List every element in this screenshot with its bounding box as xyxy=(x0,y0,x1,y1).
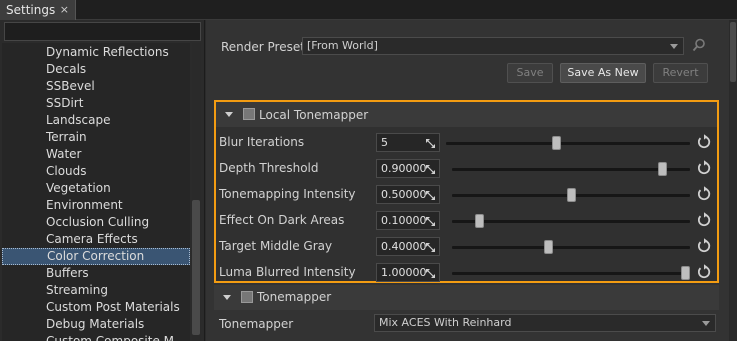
tree-item[interactable]: Occlusion Culling xyxy=(2,214,190,231)
param-row: Luma Blurred Intensity 1.00000 xyxy=(216,259,717,285)
tree-item[interactable]: Buffers xyxy=(2,265,190,282)
param-value-input[interactable]: 0.90000 xyxy=(376,159,440,178)
tree-scrollbar[interactable] xyxy=(192,43,201,341)
tree-item[interactable]: Color Correction xyxy=(2,248,190,265)
revert-button[interactable]: Revert xyxy=(653,63,708,83)
close-icon[interactable]: × xyxy=(60,3,69,16)
param-slider-thumb[interactable] xyxy=(681,266,690,280)
tree-item[interactable]: Terrain xyxy=(2,129,190,146)
param-row: Target Middle Gray 0.40000 xyxy=(216,233,717,259)
tree-item[interactable]: Camera Effects xyxy=(2,231,190,248)
reset-icon[interactable] xyxy=(696,134,712,150)
search-input[interactable] xyxy=(4,22,201,41)
tree-item[interactable]: Landscape xyxy=(2,112,190,129)
param-value: 0.40000 xyxy=(381,240,427,253)
save-as-new-button[interactable]: Save As New xyxy=(560,63,646,83)
reset-icon[interactable] xyxy=(696,160,712,176)
param-value: 5 xyxy=(381,136,388,149)
param-value-input[interactable]: 5 xyxy=(376,133,440,152)
param-label: Tonemapping Intensity xyxy=(219,187,356,201)
param-value-input[interactable]: 0.40000 xyxy=(376,237,440,256)
render-preset-label: Render Preset: xyxy=(221,40,309,54)
chevron-down-icon xyxy=(670,44,678,49)
reset-icon[interactable] xyxy=(696,238,712,254)
tree-item[interactable]: Environment xyxy=(2,197,190,214)
param-row: Effect On Dark Areas 0.10000 xyxy=(216,207,717,233)
param-value-input[interactable]: 0.10000 xyxy=(376,211,440,230)
tree-item[interactable]: Streaming xyxy=(2,282,190,299)
param-row: Blur Iterations 5 xyxy=(216,129,717,155)
param-slider-track[interactable] xyxy=(452,246,690,249)
param-value: 1.00000 xyxy=(381,266,427,279)
settings-tree-panel: Dynamic Reflections Decals SSBevel SSDirt La… xyxy=(0,20,205,341)
tonemapper-value: Mix ACES With Reinhard xyxy=(379,316,512,329)
drag-resize-icon[interactable] xyxy=(425,267,436,278)
param-label: Target Middle Gray xyxy=(219,239,333,253)
param-slider-track[interactable] xyxy=(452,220,690,223)
tonemapper-header[interactable]: Tonemapper xyxy=(214,285,719,310)
param-value: 0.50000 xyxy=(381,188,427,201)
tab-title: Settings xyxy=(6,3,56,17)
tonemapper-dropdown[interactable]: Mix ACES With Reinhard xyxy=(374,314,716,332)
tab-settings[interactable]: Settings × xyxy=(0,0,76,20)
param-value-input[interactable]: 0.50000 xyxy=(376,185,440,204)
param-slider-thumb[interactable] xyxy=(658,162,668,176)
expand-triangle-icon[interactable] xyxy=(223,295,231,300)
param-label: Depth Threshold xyxy=(219,161,319,175)
tree-item[interactable]: Vegetation xyxy=(2,180,190,197)
properties-scrollbar[interactable] xyxy=(729,20,737,341)
param-slider-track[interactable] xyxy=(452,272,690,275)
tree-item[interactable]: Custom Post Materials xyxy=(2,299,190,316)
tree-item[interactable]: Decals xyxy=(2,61,190,78)
reset-icon[interactable] xyxy=(696,186,712,202)
tree-item[interactable]: Dynamic Reflections xyxy=(2,44,190,61)
reset-icon[interactable] xyxy=(696,264,712,280)
param-slider-thumb[interactable] xyxy=(551,136,561,150)
tree-item[interactable]: Debug Materials xyxy=(2,316,190,333)
save-button[interactable]: Save xyxy=(507,63,553,83)
param-slider-thumb[interactable] xyxy=(474,214,484,228)
render-preset-dropdown[interactable]: [From World] xyxy=(302,37,684,55)
tree-item[interactable]: SSBevel xyxy=(2,78,190,95)
drag-resize-icon[interactable] xyxy=(425,215,436,226)
search-icon[interactable] xyxy=(692,38,706,52)
drag-resize-icon[interactable] xyxy=(425,137,436,148)
tonemapper-checkbox[interactable] xyxy=(241,291,253,303)
local-tonemapper-checkbox[interactable] xyxy=(243,108,255,120)
drag-resize-icon[interactable] xyxy=(425,163,436,174)
param-value: 0.90000 xyxy=(381,162,427,175)
tree-item[interactable]: Water xyxy=(2,146,190,163)
reset-icon[interactable] xyxy=(696,212,712,228)
expand-triangle-icon[interactable] xyxy=(225,112,233,117)
tree-item[interactable]: SSDirt xyxy=(2,95,190,112)
param-label: Effect On Dark Areas xyxy=(219,213,345,227)
settings-tree: Dynamic Reflections Decals SSBevel SSDirt La… xyxy=(2,43,190,341)
drag-resize-icon[interactable] xyxy=(425,189,436,200)
param-slider-track[interactable] xyxy=(446,142,690,145)
param-label: Blur Iterations xyxy=(219,135,305,149)
local-tonemapper-group: Local Tonemapper Blur Iterations 5 Depth T… xyxy=(214,100,719,283)
tree-item[interactable]: Custom Composite M... xyxy=(2,333,190,341)
properties-scrollbar-thumb[interactable] xyxy=(730,22,736,82)
chevron-down-icon xyxy=(702,321,710,326)
local-tonemapper-header[interactable]: Local Tonemapper xyxy=(216,102,717,127)
param-row: Tonemapping Intensity 0.50000 xyxy=(216,181,717,207)
param-slider-thumb[interactable] xyxy=(543,240,553,254)
param-slider-track[interactable] xyxy=(452,168,690,171)
param-value: 0.10000 xyxy=(381,214,427,227)
tree-item[interactable]: Clouds xyxy=(2,163,190,180)
tab-bar: Settings × xyxy=(0,0,737,20)
param-slider-thumb[interactable] xyxy=(566,188,576,202)
tree-scrollbar-thumb[interactable] xyxy=(192,200,200,335)
param-value-input[interactable]: 1.00000 xyxy=(376,263,440,282)
tonemapper-row-label: Tonemapper xyxy=(219,317,294,331)
local-tonemapper-title: Local Tonemapper xyxy=(259,108,369,122)
drag-resize-icon[interactable] xyxy=(425,241,436,252)
param-row: Depth Threshold 0.90000 xyxy=(216,155,717,181)
render-preset-value: [From World] xyxy=(307,39,378,52)
param-label: Luma Blurred Intensity xyxy=(219,265,356,279)
tonemapper-title: Tonemapper xyxy=(257,290,332,304)
